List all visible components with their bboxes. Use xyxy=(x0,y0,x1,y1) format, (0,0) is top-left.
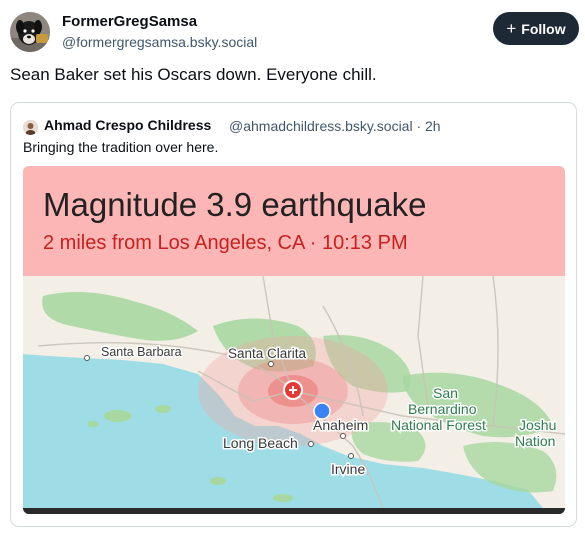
author-avatar[interactable] xyxy=(10,12,50,52)
quote-author-meta: @ahmadchildress.bsky.social · 2h xyxy=(229,118,441,134)
quoted-post[interactable]: Ahmad Crespo Childress @ahmadchildress.b… xyxy=(10,102,577,527)
post-card: FormerGregSamsa @formergregsamsa.bsky.so… xyxy=(0,0,585,534)
earthquake-alert-image[interactable]: Magnitude 3.9 earthquake 2 miles from Lo… xyxy=(23,166,565,514)
follow-button-label: Follow xyxy=(521,20,566,37)
map-label-long-beach: Long Beach xyxy=(223,435,298,451)
map-label-joshua: Joshu xyxy=(519,417,556,433)
alert-subtitle: 2 miles from Los Angeles, CA · 10:13 PM xyxy=(43,232,408,254)
alert-title: Magnitude 3.9 earthquake xyxy=(43,186,427,223)
earthquake-alert-banner: Magnitude 3.9 earthquake 2 miles from Lo… xyxy=(23,166,565,276)
quote-author-avatar[interactable] xyxy=(23,120,38,135)
person-avatar-icon xyxy=(23,120,38,135)
map-label-nation: Nation xyxy=(515,433,555,449)
map-label-bernardino: Bernardino xyxy=(408,401,477,417)
epicenter-marker-icon xyxy=(283,380,303,400)
earthquake-map: Santa Barbara Santa Clarita San Bernardi… xyxy=(23,276,565,508)
map-label-santa-barbara: Santa Barbara xyxy=(101,345,182,359)
map-label-national-forest: National Forest xyxy=(391,417,486,433)
plus-icon: + xyxy=(506,18,517,38)
map-label-irvine: Irvine xyxy=(331,461,365,477)
author-handle[interactable]: @formergregsamsa.bsky.social xyxy=(62,34,257,50)
map-label-san: San xyxy=(433,385,458,401)
quote-author-name[interactable]: Ahmad Crespo Childress xyxy=(44,117,211,133)
follow-button[interactable]: + Follow xyxy=(493,12,579,45)
image-bottom-edge xyxy=(23,508,565,514)
dog-avatar-icon xyxy=(10,12,50,52)
post-text: Sean Baker set his Oscars down. Everyone… xyxy=(10,65,377,84)
quote-text: Bringing the tradition over here. xyxy=(23,139,219,155)
map-label-anaheim: Anaheim xyxy=(313,417,368,433)
author-display-name[interactable]: FormerGregSamsa xyxy=(62,13,197,30)
map-label-santa-clarita: Santa Clarita xyxy=(228,346,307,361)
